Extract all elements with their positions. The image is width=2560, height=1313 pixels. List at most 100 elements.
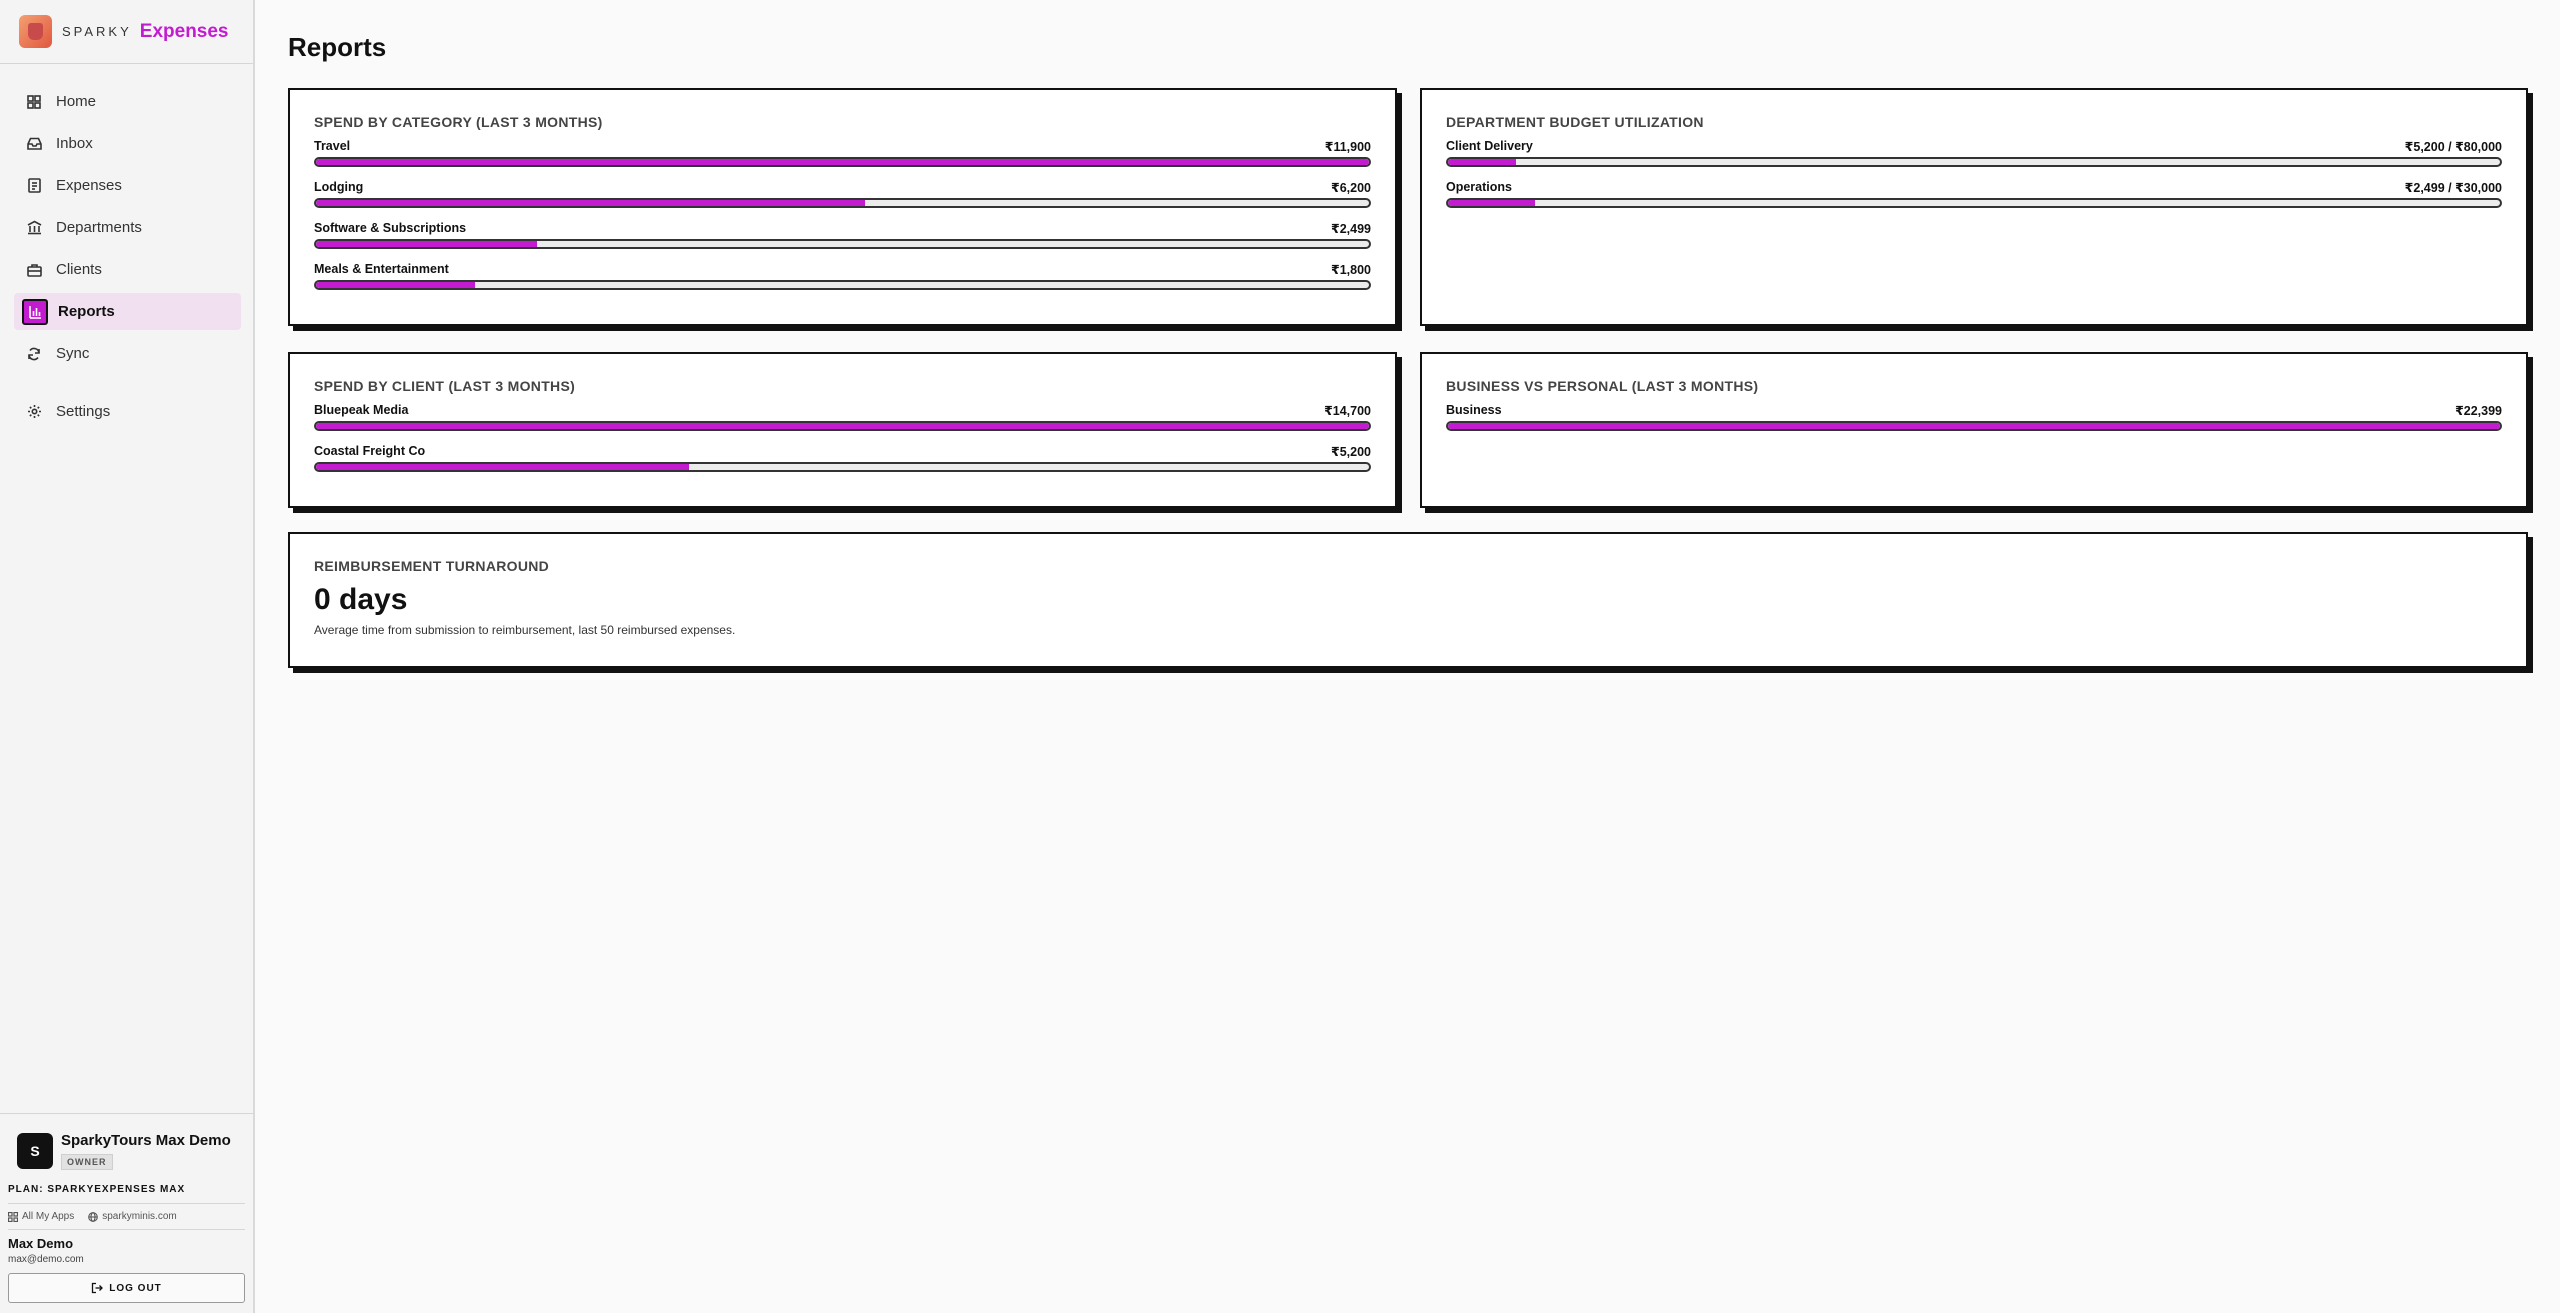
user-info: Max Demo max@demo.com [8,1230,245,1265]
row-value: ₹2,499 / ₹30,000 [2404,181,2502,195]
turnaround-description: Average time from submission to reimburs… [314,623,736,637]
progress-fill [316,241,538,247]
row-value: ₹14,700 [1324,404,1371,418]
progress-bar [1446,198,2502,208]
card-title: DEPARTMENT BUDGET UTILIZATION [1446,114,1704,130]
sparky-logo-icon [19,15,52,48]
row-label: Lodging [314,180,364,194]
logout-icon [92,1282,104,1294]
site-label: sparkyminis.com [102,1211,177,1222]
row-value: ₹6,200 [1331,181,1371,195]
nav-item-sync[interactable]: Sync [14,335,241,372]
progress-bar [314,239,1371,249]
progress-fill [1448,423,2500,429]
department-row: Client Delivery ₹5,200 / ₹80,000 [1446,139,2502,167]
role-badge: OWNER [61,1154,113,1170]
progress-bar [1446,157,2502,167]
user-name: Max Demo [8,1236,74,1251]
row-label: Business [1446,403,1502,417]
row-label: Software & Subscriptions [314,221,467,235]
progress-fill [316,423,1369,429]
progress-bar [314,462,1371,472]
brand[interactable]: SPARKY Expenses [0,0,253,64]
brand-sparky: SPARKY [62,24,132,39]
row-value: ₹5,200 [1331,445,1371,459]
brand-product: Expenses [139,20,229,42]
category-row: Meals & Entertainment ₹1,800 [314,262,1371,290]
nav-item-inbox[interactable]: Inbox [14,125,241,162]
logout-label: LOG OUT [109,1282,162,1294]
home-grid-icon [26,94,42,110]
progress-fill [1448,159,1517,165]
row-label: Client Delivery [1446,139,1533,153]
user-email: max@demo.com [8,1254,84,1265]
nav-label: Reports [58,303,115,320]
sync-icon [26,346,42,362]
progress-bar [314,280,1371,290]
progress-bar [314,157,1371,167]
card-title: REIMBURSEMENT TURNAROUND [314,558,550,574]
org-switcher[interactable]: S SparkyTours Max Demo OWNER [8,1114,245,1180]
globe-icon [88,1211,99,1222]
nav-item-clients[interactable]: Clients [14,251,241,288]
row-label: Travel [314,139,351,153]
card-title: SPEND BY CLIENT (LAST 3 MONTHS) [314,378,576,394]
nav-label: Expenses [56,177,122,194]
progress-bar [314,421,1371,431]
all-apps-link[interactable]: All My Apps [8,1211,74,1222]
gear-icon [26,404,42,420]
nav-item-expenses[interactable]: Expenses [14,167,241,204]
nav-item-settings[interactable]: Settings [14,393,241,430]
business-row: Business ₹22,399 [1446,403,2502,431]
spend-by-category-card: SPEND BY CATEGORY (LAST 3 MONTHS) Travel… [288,88,1397,326]
row-value: ₹11,900 [1324,140,1371,154]
all-apps-label: All My Apps [22,1211,75,1222]
progress-fill [316,282,475,288]
progress-fill [316,464,689,470]
progress-fill [316,200,865,206]
row-value: ₹2,499 [1331,222,1371,236]
card-title: BUSINESS VS PERSONAL (LAST 3 MONTHS) [1446,378,1759,394]
category-row: Software & Subscriptions ₹2,499 [314,221,1371,249]
card-title: SPEND BY CATEGORY (LAST 3 MONTHS) [314,114,603,130]
turnaround-value: 0 days [314,583,408,616]
site-link[interactable]: sparkyminis.com [88,1211,177,1222]
receipt-icon [26,178,42,194]
apps-grid-icon [8,1211,18,1222]
department-row: Operations ₹2,499 / ₹30,000 [1446,180,2502,208]
bar-chart-icon [22,298,48,325]
progress-bar [1446,421,2502,431]
row-label: Bluepeak Media [314,403,409,417]
progress-fill [316,159,1369,165]
nav-label: Sync [56,345,90,362]
org-name: SparkyTours Max Demo [61,1132,231,1149]
nav-item-home[interactable]: Home [14,83,241,120]
inbox-icon [26,136,42,152]
nav-label: Clients [56,261,102,278]
main-nav: Home Inbox Expenses Departments Clients [0,64,253,430]
business-vs-personal-card: BUSINESS VS PERSONAL (LAST 3 MONTHS) Bus… [1420,352,2528,508]
page-title: Reports [288,32,387,62]
nav-label: Inbox [56,135,93,152]
clients-icon [26,262,42,278]
building-icon [26,220,42,236]
nav-label: Departments [56,219,142,236]
row-label: Coastal Freight Co [314,444,426,458]
progress-fill [1448,200,1536,206]
row-value: ₹22,399 [2455,404,2502,418]
category-row: Lodging ₹6,200 [314,180,1371,208]
department-budget-card: DEPARTMENT BUDGET UTILIZATION Client Del… [1420,88,2528,326]
sidebar-footer: S SparkyTours Max Demo OWNER PLAN: SPARK… [0,1113,253,1313]
category-row: Travel ₹11,900 [314,139,1371,167]
row-value: ₹1,800 [1331,263,1371,277]
sidebar: SPARKY Expenses Home Inbox Expenses Depa… [0,0,255,1313]
client-row: Coastal Freight Co ₹5,200 [314,444,1371,472]
spend-by-client-card: SPEND BY CLIENT (LAST 3 MONTHS) Bluepeak… [288,352,1397,508]
logout-button[interactable]: LOG OUT [8,1273,245,1303]
client-row: Bluepeak Media ₹14,700 [314,403,1371,431]
row-label: Meals & Entertainment [314,262,449,276]
nav-item-departments[interactable]: Departments [14,209,241,246]
nav-item-reports[interactable]: Reports [14,293,241,330]
footer-links: All My Apps sparkyminis.com [8,1204,245,1230]
